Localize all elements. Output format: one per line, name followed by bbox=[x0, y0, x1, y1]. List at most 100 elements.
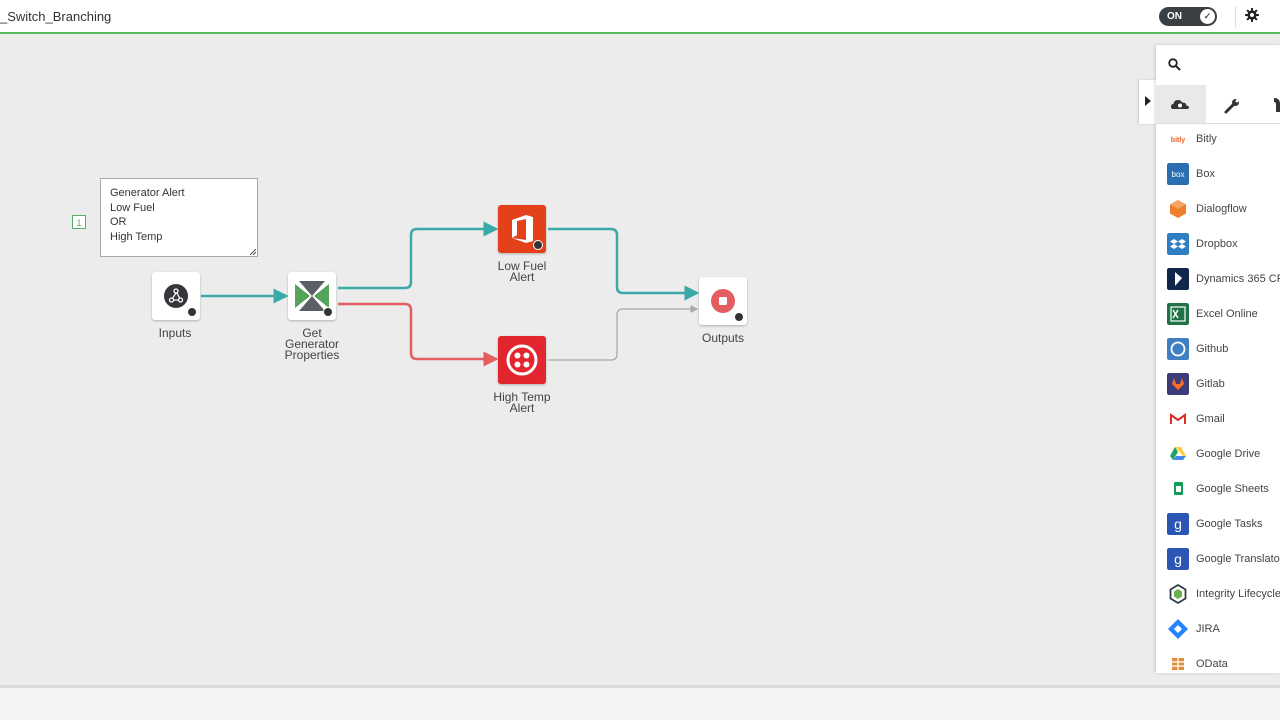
label-line: Alert bbox=[509, 270, 535, 284]
connector-name: JIRA bbox=[1196, 623, 1220, 635]
inputs-node[interactable] bbox=[152, 272, 200, 320]
wrench-icon bbox=[1224, 99, 1239, 114]
connector-name: Google Translator bbox=[1196, 553, 1280, 565]
connector-dropbox[interactable]: Dropbox bbox=[1156, 228, 1280, 263]
connector-name: Github bbox=[1196, 343, 1229, 355]
github-icon bbox=[1167, 338, 1189, 360]
svg-text:g: g bbox=[1174, 516, 1182, 532]
search-icon bbox=[1168, 58, 1181, 71]
toggle-label: ON bbox=[1167, 11, 1182, 22]
flow-title: _Switch_Branching bbox=[0, 9, 112, 24]
connector-name: Google Tasks bbox=[1196, 518, 1263, 530]
connector-name: Excel Online bbox=[1196, 308, 1258, 320]
note-line: Generator Alert bbox=[110, 187, 185, 199]
bitly-icon: bitly bbox=[1167, 128, 1189, 150]
connector-name: Dropbox bbox=[1196, 238, 1238, 250]
connector-gmail[interactable]: Gmail bbox=[1156, 403, 1280, 438]
flow-canvas[interactable]: 1 Generator Alert Low Fuel OR High Temp … bbox=[0, 34, 1280, 685]
connector-dynamics[interactable]: Dynamics 365 CRM bbox=[1156, 263, 1280, 298]
low-fuel-alert-node[interactable] bbox=[498, 205, 546, 253]
connector-bitly[interactable]: bitly Bitly bbox=[1156, 123, 1280, 158]
odata-icon bbox=[1167, 653, 1189, 673]
connector-name: Bitly bbox=[1196, 133, 1217, 145]
connector-google-drive[interactable]: Google Drive bbox=[1156, 438, 1280, 473]
high-temp-alert-node[interactable] bbox=[498, 336, 546, 384]
connector-odata[interactable]: OData bbox=[1156, 648, 1280, 673]
note-line: High Temp bbox=[110, 230, 163, 243]
connector-box[interactable]: box Box bbox=[1156, 158, 1280, 193]
note-marker[interactable]: 1 bbox=[72, 215, 86, 229]
caret-right-icon bbox=[1145, 96, 1151, 106]
connector-google-tasks[interactable]: g Google Tasks bbox=[1156, 508, 1280, 543]
collapse-panel-button[interactable] bbox=[1139, 80, 1157, 124]
google-translator-icon: g bbox=[1167, 548, 1189, 570]
check-icon: ✓ bbox=[1200, 9, 1215, 24]
cloud-connector-icon bbox=[1171, 100, 1189, 109]
gmail-icon bbox=[1167, 408, 1189, 430]
connector-palette: bitly Bitly box Box Dialogflow Dropbox D… bbox=[1156, 45, 1280, 673]
label-line: Properties bbox=[284, 348, 340, 362]
toolbar-divider bbox=[1235, 6, 1236, 28]
sticky-note[interactable]: Generator Alert Low Fuel OR High Temp bbox=[100, 178, 258, 257]
node-status-dot[interactable] bbox=[533, 240, 543, 250]
google-sheets-icon bbox=[1167, 478, 1189, 500]
connector-name: Box bbox=[1196, 168, 1215, 180]
connector-dialogflow[interactable]: Dialogflow bbox=[1156, 193, 1280, 228]
label-line: Alert bbox=[509, 401, 535, 415]
on-off-toggle[interactable]: ON ✓ bbox=[1159, 7, 1217, 26]
connector-google-sheets[interactable]: Google Sheets bbox=[1156, 473, 1280, 508]
wire-hightemp-to-outputs bbox=[548, 305, 699, 361]
note-line: Low Fuel bbox=[110, 201, 155, 214]
connector-name: Google Sheets bbox=[1196, 483, 1269, 495]
note-line: OR bbox=[110, 216, 127, 228]
tab-more[interactable] bbox=[1256, 85, 1280, 123]
gitlab-icon bbox=[1167, 373, 1189, 395]
twilio-icon bbox=[506, 344, 538, 376]
low-fuel-label: Low Fuel Alert bbox=[477, 260, 567, 284]
resize-handle-icon[interactable] bbox=[250, 249, 256, 255]
jira-icon bbox=[1167, 618, 1189, 640]
outputs-label: Outputs bbox=[701, 331, 745, 345]
connector-integrity[interactable]: Integrity Lifecycle bbox=[1156, 578, 1280, 613]
connection-wires bbox=[201, 221, 700, 367]
connector-name: Google Drive bbox=[1196, 448, 1261, 460]
node-status-dot[interactable] bbox=[187, 307, 197, 317]
connector-google-translator[interactable]: g Google Translator bbox=[1156, 543, 1280, 578]
google-tasks-icon: g bbox=[1167, 513, 1189, 535]
connector-jira[interactable]: JIRA bbox=[1156, 613, 1280, 648]
svg-text:g: g bbox=[1174, 551, 1182, 567]
wire-get-to-hightemp bbox=[338, 302, 499, 367]
svg-text:box: box bbox=[1172, 170, 1185, 179]
dropbox-icon bbox=[1167, 233, 1189, 255]
bottom-panel bbox=[0, 685, 1280, 720]
google-drive-icon bbox=[1167, 443, 1189, 465]
connector-excel[interactable]: Excel Online bbox=[1156, 298, 1280, 333]
connector-name: Gmail bbox=[1196, 413, 1225, 425]
connector-name: Dynamics 365 CRM bbox=[1196, 273, 1280, 285]
palette-search[interactable] bbox=[1156, 45, 1280, 86]
more-icon bbox=[1274, 98, 1280, 112]
palette-tabs bbox=[1156, 85, 1280, 124]
connector-github[interactable]: Github bbox=[1156, 333, 1280, 368]
connector-gitlab[interactable]: Gitlab bbox=[1156, 368, 1280, 403]
get-generator-properties-node[interactable] bbox=[288, 272, 336, 320]
connector-name: Dialogflow bbox=[1196, 203, 1247, 215]
integrity-icon bbox=[1167, 583, 1189, 605]
tab-tools[interactable] bbox=[1206, 85, 1256, 123]
connector-name: Integrity Lifecycle bbox=[1196, 588, 1280, 600]
tab-connectors[interactable] bbox=[1156, 85, 1206, 123]
connector-name: Gitlab bbox=[1196, 378, 1225, 390]
dynamics-icon bbox=[1167, 268, 1189, 290]
excel-icon bbox=[1167, 303, 1189, 325]
top-bar: _Switch_Branching ON ✓ bbox=[0, 0, 1280, 34]
svg-text:bitly: bitly bbox=[1171, 137, 1185, 144]
box-icon: box bbox=[1167, 163, 1189, 185]
dialogflow-icon bbox=[1170, 200, 1186, 218]
wire-get-to-lowfuel bbox=[338, 221, 499, 290]
gear-icon[interactable] bbox=[1243, 6, 1261, 24]
get-generator-label: Get Generator Properties bbox=[267, 327, 357, 362]
node-status-dot[interactable] bbox=[734, 312, 744, 322]
node-status-dot[interactable] bbox=[323, 307, 333, 317]
outputs-node[interactable] bbox=[699, 277, 747, 325]
connector-name: OData bbox=[1196, 658, 1228, 670]
